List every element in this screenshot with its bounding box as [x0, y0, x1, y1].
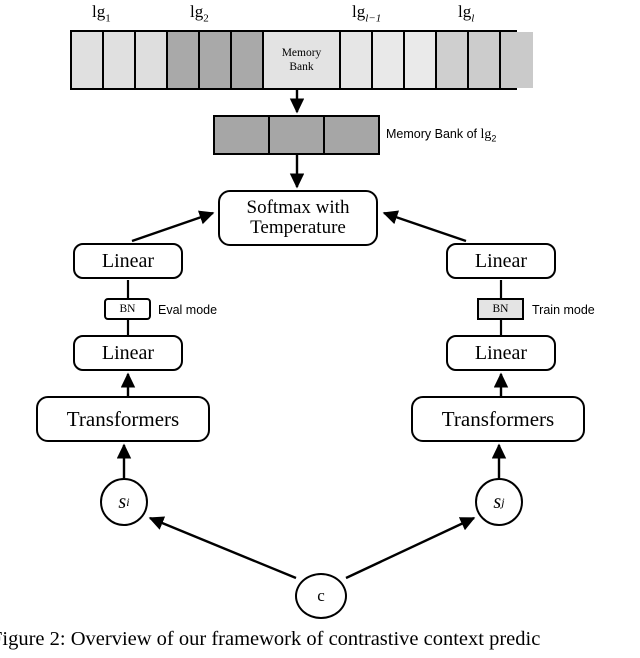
left-bn-box: BN [104, 298, 151, 320]
memory-cell [104, 32, 136, 88]
node-s-i: si [100, 478, 148, 526]
node-context-c-symbol: c [317, 586, 325, 605]
group-label-lg2: lg2 [190, 2, 209, 25]
figure-container: lg1 lg2 lgl−1 lgl Memory Bank Memory Ban… [0, 0, 640, 658]
memory-cell [341, 32, 373, 88]
memory-cell [200, 32, 232, 88]
memory-cell [501, 32, 533, 88]
right-linear-bottom-box: Linear [446, 335, 556, 371]
arrow-c-to-sj [345, 516, 476, 580]
left-linear-bottom-box: Linear [73, 335, 183, 371]
mb2-label-sub: 2 [491, 133, 497, 144]
memory-cell [232, 32, 264, 88]
arrow-right-linear-to-softmax [382, 210, 467, 243]
memory-cell [136, 32, 168, 88]
figure-caption: Figure 2: Overview of our framework of c… [0, 628, 541, 650]
node-context-c: c [295, 573, 347, 619]
memory-bank-of-lg2-label: Memory Bank of lg2 [386, 127, 496, 144]
softmax-line1: Softmax with [246, 197, 350, 219]
right-bn-box: BN [477, 298, 524, 320]
arrow-c-to-si [148, 516, 297, 580]
softmax-with-temperature-box: Softmax with Temperature [218, 190, 378, 246]
group-label-lg1: lg1 [92, 2, 111, 25]
memory-bank-label-cell: Memory Bank [264, 32, 341, 88]
group-label-lg-l: lgl [458, 2, 475, 25]
memory-bank-of-lg2 [213, 115, 380, 155]
mb2-cell [215, 117, 270, 153]
softmax-line2: Temperature [250, 217, 346, 238]
node-s-i-symbol: s [118, 490, 127, 513]
connector-layer [116, 90, 509, 580]
left-linear-top-box: Linear [73, 243, 183, 279]
node-s-j: sj [475, 478, 523, 526]
eval-mode-label: Eval mode [158, 303, 218, 317]
memory-cell [405, 32, 437, 88]
node-s-j-sub: j [501, 494, 505, 509]
memory-cell [72, 32, 104, 88]
mb2-label-prefix: Memory Bank of [386, 127, 481, 141]
mb2-cell [325, 117, 378, 153]
right-transformers-box: Transformers [411, 396, 585, 442]
mb2-cell [270, 117, 325, 153]
mb2-label-lg: lg [480, 127, 492, 142]
memory-bank-label-line2: Bank [289, 61, 314, 73]
right-linear-top-box: Linear [446, 243, 556, 279]
train-mode-label: Train mode [532, 303, 595, 317]
group-label-lg-l-minus-1: lgl−1 [352, 2, 382, 25]
left-transformers-box: Transformers [36, 396, 210, 442]
arrow-left-linear-to-softmax [131, 210, 215, 243]
memory-bank-strip: Memory Bank [70, 30, 533, 90]
memory-bank-label-line1: Memory [281, 46, 322, 59]
memory-cell [373, 32, 405, 88]
memory-cell [168, 32, 200, 88]
node-s-i-sub: i [126, 494, 130, 509]
memory-cell [437, 32, 469, 88]
memory-cell [469, 32, 501, 88]
